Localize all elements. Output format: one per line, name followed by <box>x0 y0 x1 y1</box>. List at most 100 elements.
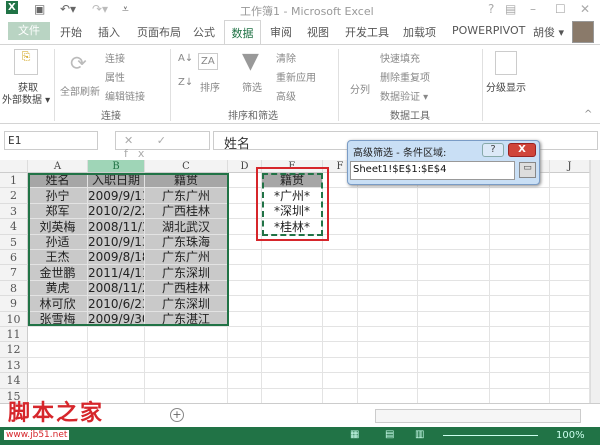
cell-E15[interactable] <box>262 389 323 403</box>
cell-J12[interactable] <box>550 342 590 358</box>
cell-I15[interactable] <box>490 389 550 403</box>
connections-button[interactable]: 连接 <box>105 50 125 65</box>
cell-F9[interactable] <box>323 296 358 312</box>
cell-D15[interactable] <box>228 389 262 403</box>
cell-E9[interactable] <box>262 296 323 312</box>
column-header-A[interactable]: A <box>28 160 88 173</box>
cell-J13[interactable] <box>550 358 590 373</box>
cell-A13[interactable] <box>28 358 88 373</box>
cell-E14[interactable] <box>262 373 323 389</box>
cell-F14[interactable] <box>323 373 358 389</box>
cell-E7[interactable] <box>262 265 323 281</box>
cell-E13[interactable] <box>262 358 323 373</box>
cell-J3[interactable] <box>550 204 590 219</box>
name-box[interactable]: E1 <box>4 131 98 150</box>
cell-I4[interactable] <box>490 219 550 235</box>
cell-G4[interactable] <box>358 219 418 235</box>
cell-E12[interactable] <box>262 342 323 358</box>
cell-G11[interactable] <box>358 327 418 342</box>
cell-I3[interactable] <box>490 204 550 219</box>
cell-A14[interactable] <box>28 373 88 389</box>
row-header-14[interactable]: 14 <box>0 373 28 389</box>
cell-J6[interactable] <box>550 250 590 265</box>
data-validation-button[interactable]: 数据验证 ▾ <box>380 88 428 103</box>
help-button[interactable]: ? <box>488 2 494 16</box>
cell-B13[interactable] <box>88 358 145 373</box>
cell-H12[interactable] <box>418 342 490 358</box>
cell-C11[interactable] <box>145 327 228 342</box>
cell-I5[interactable] <box>490 235 550 250</box>
cell-F13[interactable] <box>323 358 358 373</box>
cell-I7[interactable] <box>490 265 550 281</box>
cell-J4[interactable] <box>550 219 590 235</box>
dialog-close-button[interactable]: X <box>508 143 536 157</box>
row-header-6[interactable]: 6 <box>0 250 28 265</box>
cell-I14[interactable] <box>490 373 550 389</box>
tab-insert[interactable]: 插入 <box>98 24 120 40</box>
cell-C15[interactable] <box>145 389 228 403</box>
cell-F7[interactable] <box>323 265 358 281</box>
row-header-2[interactable]: 2 <box>0 188 28 204</box>
cell-I12[interactable] <box>490 342 550 358</box>
cell-D12[interactable] <box>228 342 262 358</box>
edit-links-button[interactable]: 编辑链接 <box>105 88 145 103</box>
tab-formulas[interactable]: 公式 <box>193 24 215 40</box>
cell-J9[interactable] <box>550 296 590 312</box>
tab-addins[interactable]: 加载项 <box>403 24 436 40</box>
advanced-filter-button[interactable]: 高级 <box>276 88 296 103</box>
cell-A12[interactable] <box>28 342 88 358</box>
tab-powerpivot[interactable]: POWERPIVOT <box>452 24 525 37</box>
cell-I10[interactable] <box>490 312 550 327</box>
page-layout-view-icon[interactable]: ▤ <box>385 429 394 440</box>
tab-file[interactable]: 文件 <box>8 22 50 40</box>
undo-icon[interactable]: ↶▾ <box>60 2 76 16</box>
cell-B12[interactable] <box>88 342 145 358</box>
cell-H14[interactable] <box>418 373 490 389</box>
row-header-9[interactable]: 9 <box>0 296 28 312</box>
cell-G5[interactable] <box>358 235 418 250</box>
properties-button[interactable]: 属性 <box>105 69 125 84</box>
tab-review[interactable]: 审阅 <box>270 24 292 40</box>
column-header-C[interactable]: C <box>145 160 228 173</box>
add-sheet-button[interactable]: + <box>170 408 184 422</box>
maximize-button[interactable]: ☐ <box>555 2 566 16</box>
cell-G13[interactable] <box>358 358 418 373</box>
cell-G3[interactable] <box>358 204 418 219</box>
criteria-range-input[interactable]: Sheet1!$E$1:$E$4 <box>350 161 515 180</box>
row-header-7[interactable]: 7 <box>0 265 28 281</box>
row-header-5[interactable]: 5 <box>0 235 28 250</box>
column-header-J[interactable]: J <box>550 160 590 173</box>
refresh-all-button[interactable]: 全部刷新 <box>60 83 100 98</box>
flash-fill-button[interactable]: 快速填充 <box>380 50 420 65</box>
collapse-ribbon-icon[interactable]: ^ <box>584 109 592 120</box>
cell-D11[interactable] <box>228 327 262 342</box>
avatar[interactable] <box>572 21 594 43</box>
cell-F6[interactable] <box>323 250 358 265</box>
row-header-4[interactable]: 4 <box>0 219 28 235</box>
formula-buttons[interactable]: ✕ ✓ fx <box>115 131 210 160</box>
cell-B14[interactable] <box>88 373 145 389</box>
cell-G6[interactable] <box>358 250 418 265</box>
outline-button[interactable]: 分级显示 <box>486 79 526 94</box>
cell-F10[interactable] <box>323 312 358 327</box>
cell-D8[interactable] <box>228 281 262 296</box>
select-all-corner[interactable] <box>0 160 28 173</box>
tab-view[interactable]: 视图 <box>307 24 329 40</box>
cell-D9[interactable] <box>228 296 262 312</box>
cell-H7[interactable] <box>418 265 490 281</box>
cell-H11[interactable] <box>418 327 490 342</box>
cell-E8[interactable] <box>262 281 323 296</box>
user-account[interactable]: 胡俊 ▾ <box>533 24 564 40</box>
cell-I11[interactable] <box>490 327 550 342</box>
cell-G8[interactable] <box>358 281 418 296</box>
cell-H5[interactable] <box>418 235 490 250</box>
tab-page-layout[interactable]: 页面布局 <box>137 24 181 40</box>
cell-G10[interactable] <box>358 312 418 327</box>
save-icon[interactable]: ▣ <box>34 2 45 16</box>
text-to-columns-button[interactable]: 分列 <box>350 81 370 96</box>
cell-G15[interactable] <box>358 389 418 403</box>
cell-B11[interactable] <box>88 327 145 342</box>
cell-D6[interactable] <box>228 250 262 265</box>
cell-J8[interactable] <box>550 281 590 296</box>
cell-I9[interactable] <box>490 296 550 312</box>
